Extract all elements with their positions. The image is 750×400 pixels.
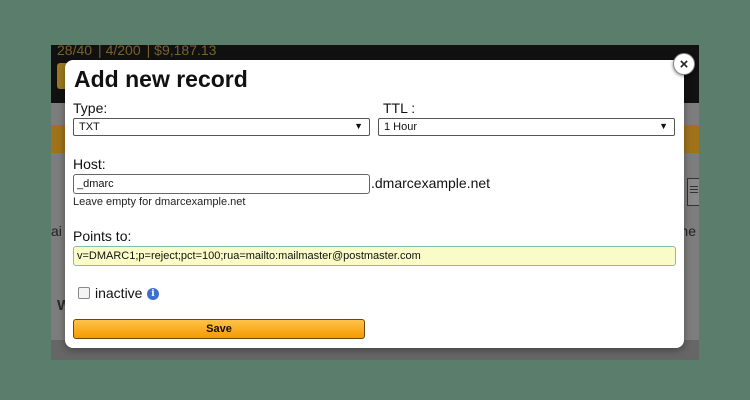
info-icon[interactable]: i — [147, 288, 159, 300]
background-text-left: ai — [51, 223, 62, 239]
dialog-title: Add new record — [74, 66, 248, 92]
type-select-value: TXT — [79, 121, 100, 133]
chevron-down-icon: ▼ — [659, 121, 668, 131]
points-to-label: Points to: — [73, 228, 132, 244]
type-label: Type: — [73, 100, 108, 116]
ttl-select[interactable]: 1 Hour ▼ — [378, 118, 675, 136]
stat-1: 28/40 — [57, 45, 93, 58]
background-stats: 28/40 | 4/200 | $9,187.13 — [57, 45, 222, 58]
host-label: Host: — [73, 156, 106, 172]
save-button[interactable]: Save — [73, 319, 365, 339]
host-input[interactable] — [73, 174, 370, 194]
ttl-label: TTL : — [383, 100, 416, 116]
background-menu-icon — [687, 178, 699, 206]
host-suffix: .dmarcexample.net — [371, 175, 491, 191]
stat-3: $9,187.13 — [154, 45, 217, 58]
points-to-input[interactable] — [73, 246, 676, 266]
stat-2: 4/200 — [105, 45, 141, 58]
type-select[interactable]: TXT ▼ — [73, 118, 370, 136]
add-record-dialog: Add new record Type: TXT ▼ TTL : 1 Hour … — [65, 60, 684, 348]
chevron-down-icon: ▼ — [354, 121, 363, 131]
close-icon[interactable]: × — [673, 53, 695, 75]
host-hint: Leave empty for dmarcexample.net — [73, 196, 246, 208]
ttl-select-value: 1 Hour — [384, 121, 418, 133]
inactive-label: inactive — [95, 285, 143, 301]
inactive-checkbox[interactable] — [78, 287, 90, 299]
